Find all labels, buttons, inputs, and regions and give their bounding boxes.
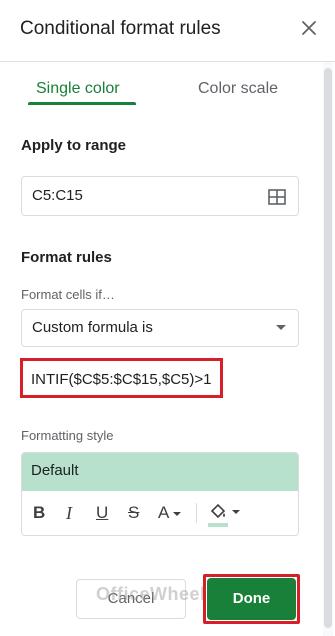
range-input[interactable]: C5:C15: [21, 176, 299, 216]
style-preview-text: Default: [31, 462, 79, 479]
fill-color-button[interactable]: [208, 501, 240, 527]
strikethrough-button[interactable]: S: [128, 503, 139, 523]
format-rules-label: Format rules: [21, 249, 112, 266]
bold-button[interactable]: B: [33, 503, 45, 523]
formula-input[interactable]: INTIF($C$5:$C$15,$C5)>1: [20, 358, 223, 398]
style-preview[interactable]: Default: [22, 453, 298, 491]
conditional-format-panel: Conditional format rules Single color Co…: [0, 0, 335, 636]
formatting-style-label: Formatting style: [21, 428, 114, 443]
fill-color-swatch: [208, 523, 228, 527]
style-toolbar: B I U S A: [22, 491, 298, 535]
chevron-down-icon: [173, 511, 182, 516]
cancel-button[interactable]: Cancel: [76, 579, 186, 619]
range-value: C5:C15: [32, 187, 83, 204]
tab-single-color[interactable]: Single color: [36, 80, 120, 98]
close-icon[interactable]: [299, 18, 319, 38]
done-button[interactable]: Done: [207, 578, 296, 620]
tab-color-scale[interactable]: Color scale: [198, 80, 278, 98]
text-color-button[interactable]: A: [158, 503, 182, 523]
underline-button[interactable]: U: [96, 503, 108, 523]
formatting-style-box: Default B I U S A: [21, 452, 299, 536]
text-color-icon: A: [158, 503, 170, 522]
apply-to-range-label: Apply to range: [21, 137, 127, 154]
grid-select-icon[interactable]: [268, 188, 286, 206]
scrollbar-thumb[interactable]: [324, 68, 332, 628]
paint-bucket-icon: [210, 503, 226, 518]
chevron-down-icon: [276, 325, 286, 330]
panel-header: Conditional format rules: [0, 0, 335, 62]
italic-button[interactable]: I: [66, 503, 72, 524]
format-cells-if-label: Format cells if…: [21, 287, 115, 302]
formula-value: INTIF($C$5:$C$15,$C5)>1: [31, 371, 212, 388]
panel-title: Conditional format rules: [20, 18, 221, 39]
condition-value: Custom formula is: [32, 319, 153, 336]
toolbar-divider: [196, 503, 197, 523]
condition-select[interactable]: Custom formula is: [21, 309, 299, 347]
active-tab-indicator: [28, 102, 136, 105]
chevron-down-icon: [232, 509, 240, 514]
